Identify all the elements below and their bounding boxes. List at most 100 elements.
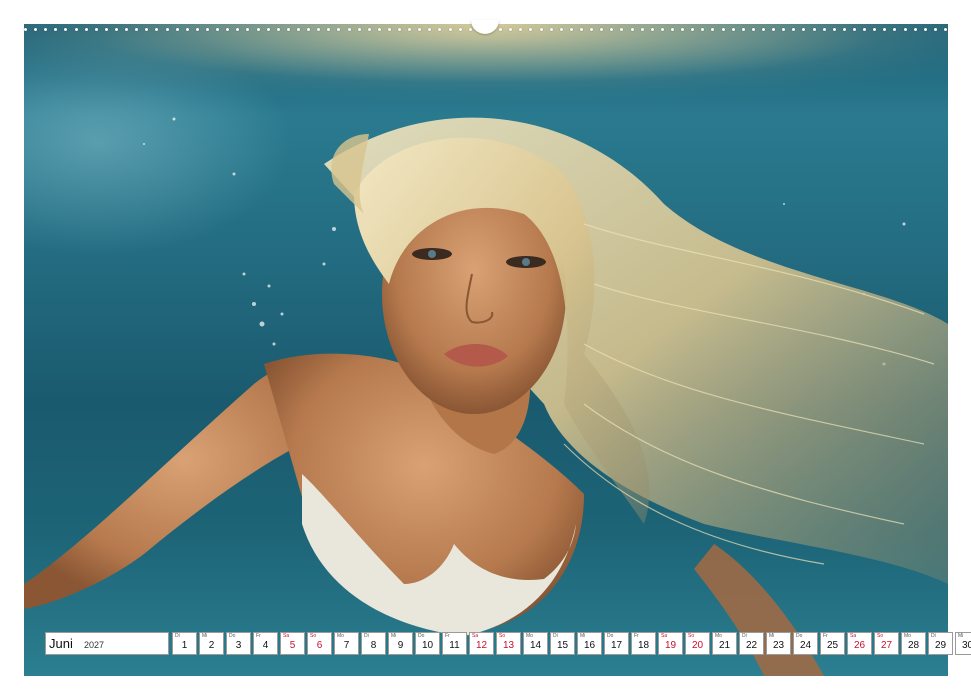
- weekday-label: Di: [742, 633, 747, 639]
- binding-hole: [94, 27, 98, 31]
- binding-hole: [559, 27, 563, 31]
- binding-hole: [499, 27, 503, 31]
- binding-hole: [681, 27, 685, 31]
- binding-hole: [54, 27, 58, 31]
- binding-hole: [205, 27, 209, 31]
- binding-hole: [44, 27, 48, 31]
- day-number: 18: [637, 640, 650, 651]
- day-number: 9: [397, 640, 404, 651]
- binding-hole: [246, 27, 250, 31]
- binding-hole: [387, 27, 391, 31]
- day-number: 13: [502, 640, 515, 651]
- binding-hole: [802, 27, 806, 31]
- day-cell: Do 24: [793, 632, 818, 655]
- right-arm: [694, 544, 824, 676]
- weekday-label: Di: [931, 633, 936, 639]
- binding-hole: [580, 27, 584, 31]
- weekday-label: So: [877, 633, 884, 639]
- day-number: 24: [799, 640, 812, 651]
- day-cell: Mi 30: [955, 632, 971, 655]
- weekday-label: Mi: [202, 633, 208, 639]
- binding-hole: [539, 27, 543, 31]
- binding-hole: [782, 27, 786, 31]
- weekday-label: Do: [796, 633, 803, 639]
- day-number: 8: [370, 640, 377, 651]
- day-cell: Mo 14: [523, 632, 548, 655]
- binding-hole: [337, 27, 341, 31]
- weekday-label: Do: [418, 633, 425, 639]
- weekday-label: Mo: [715, 633, 722, 639]
- day-cell: Sa 5: [280, 632, 305, 655]
- binding-hole: [822, 27, 826, 31]
- day-cell: So 20: [685, 632, 710, 655]
- binding-hole: [751, 27, 755, 31]
- binding-hole: [64, 27, 68, 31]
- binding-hole: [296, 27, 300, 31]
- binding-hole: [236, 27, 240, 31]
- day-number: 10: [421, 640, 434, 651]
- binding-hole: [620, 27, 624, 31]
- binding-hole: [852, 27, 856, 31]
- weekday-label: Fr: [823, 633, 828, 639]
- binding-hole: [569, 27, 573, 31]
- day-cell: So 13: [496, 632, 521, 655]
- weekday-label: Mo: [337, 633, 344, 639]
- binding-hole: [367, 27, 371, 31]
- binding-hole: [509, 27, 513, 31]
- binding-hole: [893, 27, 897, 31]
- day-number: 25: [826, 640, 839, 651]
- day-cell: Di 1: [172, 632, 197, 655]
- day-number: 2: [208, 640, 215, 651]
- weekday-label: Sa: [850, 633, 857, 639]
- day-number: 6: [316, 640, 323, 651]
- binding-hole: [418, 27, 422, 31]
- weekday-label: Fr: [445, 633, 450, 639]
- binding-hole: [428, 27, 432, 31]
- day-number: 28: [907, 640, 920, 651]
- binding-hole: [125, 27, 129, 31]
- day-cell: Do 10: [415, 632, 440, 655]
- binding-hole: [842, 27, 846, 31]
- binding-hole: [741, 27, 745, 31]
- binding-hole: [529, 27, 533, 31]
- day-cell: Mo 7: [334, 632, 359, 655]
- day-number: 3: [235, 640, 242, 651]
- binding-hole: [135, 27, 139, 31]
- weekday-label: Do: [607, 633, 614, 639]
- day-number: 29: [934, 640, 947, 651]
- day-number: 21: [718, 640, 731, 651]
- day-cell: Sa 12: [469, 632, 494, 655]
- day-cell: Di 29: [928, 632, 953, 655]
- binding-hole: [650, 27, 654, 31]
- day-number: 22: [745, 640, 758, 651]
- binding-hole: [691, 27, 695, 31]
- day-number: 1: [181, 640, 188, 651]
- binding-hole: [195, 27, 199, 31]
- binding-hole: [34, 27, 38, 31]
- binding-hole: [701, 27, 705, 31]
- day-number: 15: [556, 640, 569, 651]
- binding-hole: [468, 27, 472, 31]
- day-number: 5: [289, 640, 296, 651]
- binding-hole: [610, 27, 614, 31]
- day-cell: Do 17: [604, 632, 629, 655]
- binding-hole: [873, 27, 877, 31]
- weekday-label: Fr: [256, 633, 261, 639]
- binding-hole: [933, 27, 937, 31]
- binding-hole: [276, 27, 280, 31]
- day-number: 12: [475, 640, 488, 651]
- weekday-label: Mo: [904, 633, 911, 639]
- weekday-label: So: [310, 633, 317, 639]
- binding-hole: [286, 27, 290, 31]
- binding-hole: [772, 27, 776, 31]
- binding-hole: [458, 27, 462, 31]
- day-number: 16: [583, 640, 596, 651]
- day-cell: Sa 26: [847, 632, 872, 655]
- weekday-label: Mi: [769, 633, 775, 639]
- weekday-label: Mo: [526, 633, 533, 639]
- day-cell: Fr 11: [442, 632, 467, 655]
- binding-hole: [519, 27, 523, 31]
- calendar-page: Juni 2027 Di 1 Mi 2 Do 3 Fr 4 Sa 5 So 6 Mo 7 Di 8 Mi 9 Do 1…: [0, 0, 971, 700]
- weekday-label: Do: [229, 633, 236, 639]
- day-number: 17: [610, 640, 623, 651]
